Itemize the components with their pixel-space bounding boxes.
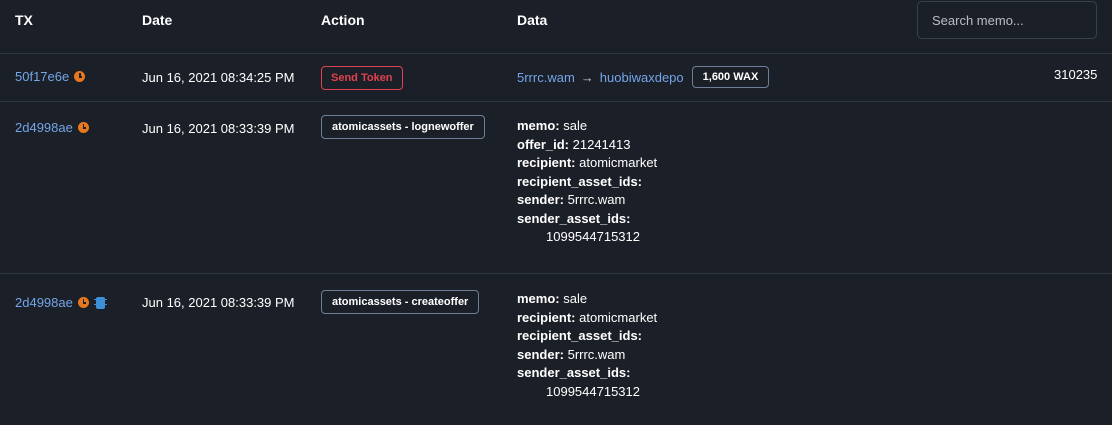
column-header-action: Action bbox=[321, 12, 365, 28]
tx-hash[interactable]: 2d4998ae bbox=[15, 120, 73, 135]
amount-badge: 1,600 WAX bbox=[691, 66, 770, 88]
to-account-link[interactable]: huobiwaxdepo bbox=[600, 70, 684, 85]
column-header-date: Date bbox=[142, 12, 173, 28]
action-badge: atomicassets - createoffer bbox=[321, 290, 480, 314]
field-recipient: recipient: atomicmarket bbox=[517, 155, 658, 170]
column-header-tx: TX bbox=[15, 12, 33, 28]
field-recipient-asset-ids: recipient_asset_ids: bbox=[517, 173, 643, 189]
tx-hash[interactable]: 2d4998ae bbox=[15, 295, 73, 310]
field-sender-asset-ids: sender_asset_ids: bbox=[517, 210, 631, 226]
header-divider bbox=[0, 53, 1112, 54]
field-memo: memo: sale bbox=[517, 291, 588, 306]
sender-asset-id: 1099544715312 bbox=[546, 383, 640, 399]
action-data-fields: memo: sale offer_id: 21241413 recipient:… bbox=[517, 117, 657, 247]
chip-icon bbox=[93, 296, 107, 309]
tx-link[interactable]: 2d4998ae bbox=[15, 295, 107, 310]
tx-date: Jun 16, 2021 08:33:39 PM bbox=[142, 295, 295, 310]
tx-link[interactable]: 50f17e6e bbox=[15, 69, 86, 84]
row-number: 310235 bbox=[1054, 67, 1098, 82]
field-sender-asset-ids: sender_asset_ids: bbox=[517, 365, 631, 380]
field-memo: memo: sale bbox=[517, 118, 588, 133]
clock-icon bbox=[77, 122, 89, 133]
from-account-link[interactable]: 5rrrc.wam bbox=[517, 70, 575, 85]
sender-asset-id: 1099544715312 bbox=[546, 229, 640, 244]
action-data-fields: memo: sale recipient: atomicmarket recip… bbox=[517, 290, 657, 401]
search-memo-input[interactable] bbox=[917, 1, 1097, 39]
tx-date: Jun 16, 2021 08:34:25 PM bbox=[142, 70, 295, 85]
column-header-data: Data bbox=[517, 12, 548, 28]
field-sender: sender: 5rrrc.wam bbox=[517, 192, 626, 207]
tx-date: Jun 16, 2021 08:33:39 PM bbox=[142, 121, 295, 136]
field-recipient: recipient: atomicmarket bbox=[517, 309, 658, 325]
action-badge-send-token: Send Token bbox=[321, 66, 403, 90]
action-badge: atomicassets - lognewoffer bbox=[321, 115, 485, 139]
row-divider bbox=[0, 273, 1112, 274]
field-offer-id: offer_id: 21241413 bbox=[517, 136, 631, 152]
row-divider bbox=[0, 101, 1112, 102]
tx-link[interactable]: 2d4998ae bbox=[15, 120, 89, 135]
field-recipient-asset-ids: recipient_asset_ids: bbox=[517, 328, 643, 343]
transfer-details: 5rrrc.wam → huobiwaxdepo 1,600 WAX bbox=[517, 66, 770, 88]
clock-icon bbox=[77, 297, 89, 308]
clock-icon bbox=[74, 71, 86, 82]
field-sender: sender: 5rrrc.wam bbox=[517, 346, 626, 362]
tx-hash[interactable]: 50f17e6e bbox=[15, 69, 69, 84]
arrow-right-icon: → bbox=[580, 69, 594, 85]
